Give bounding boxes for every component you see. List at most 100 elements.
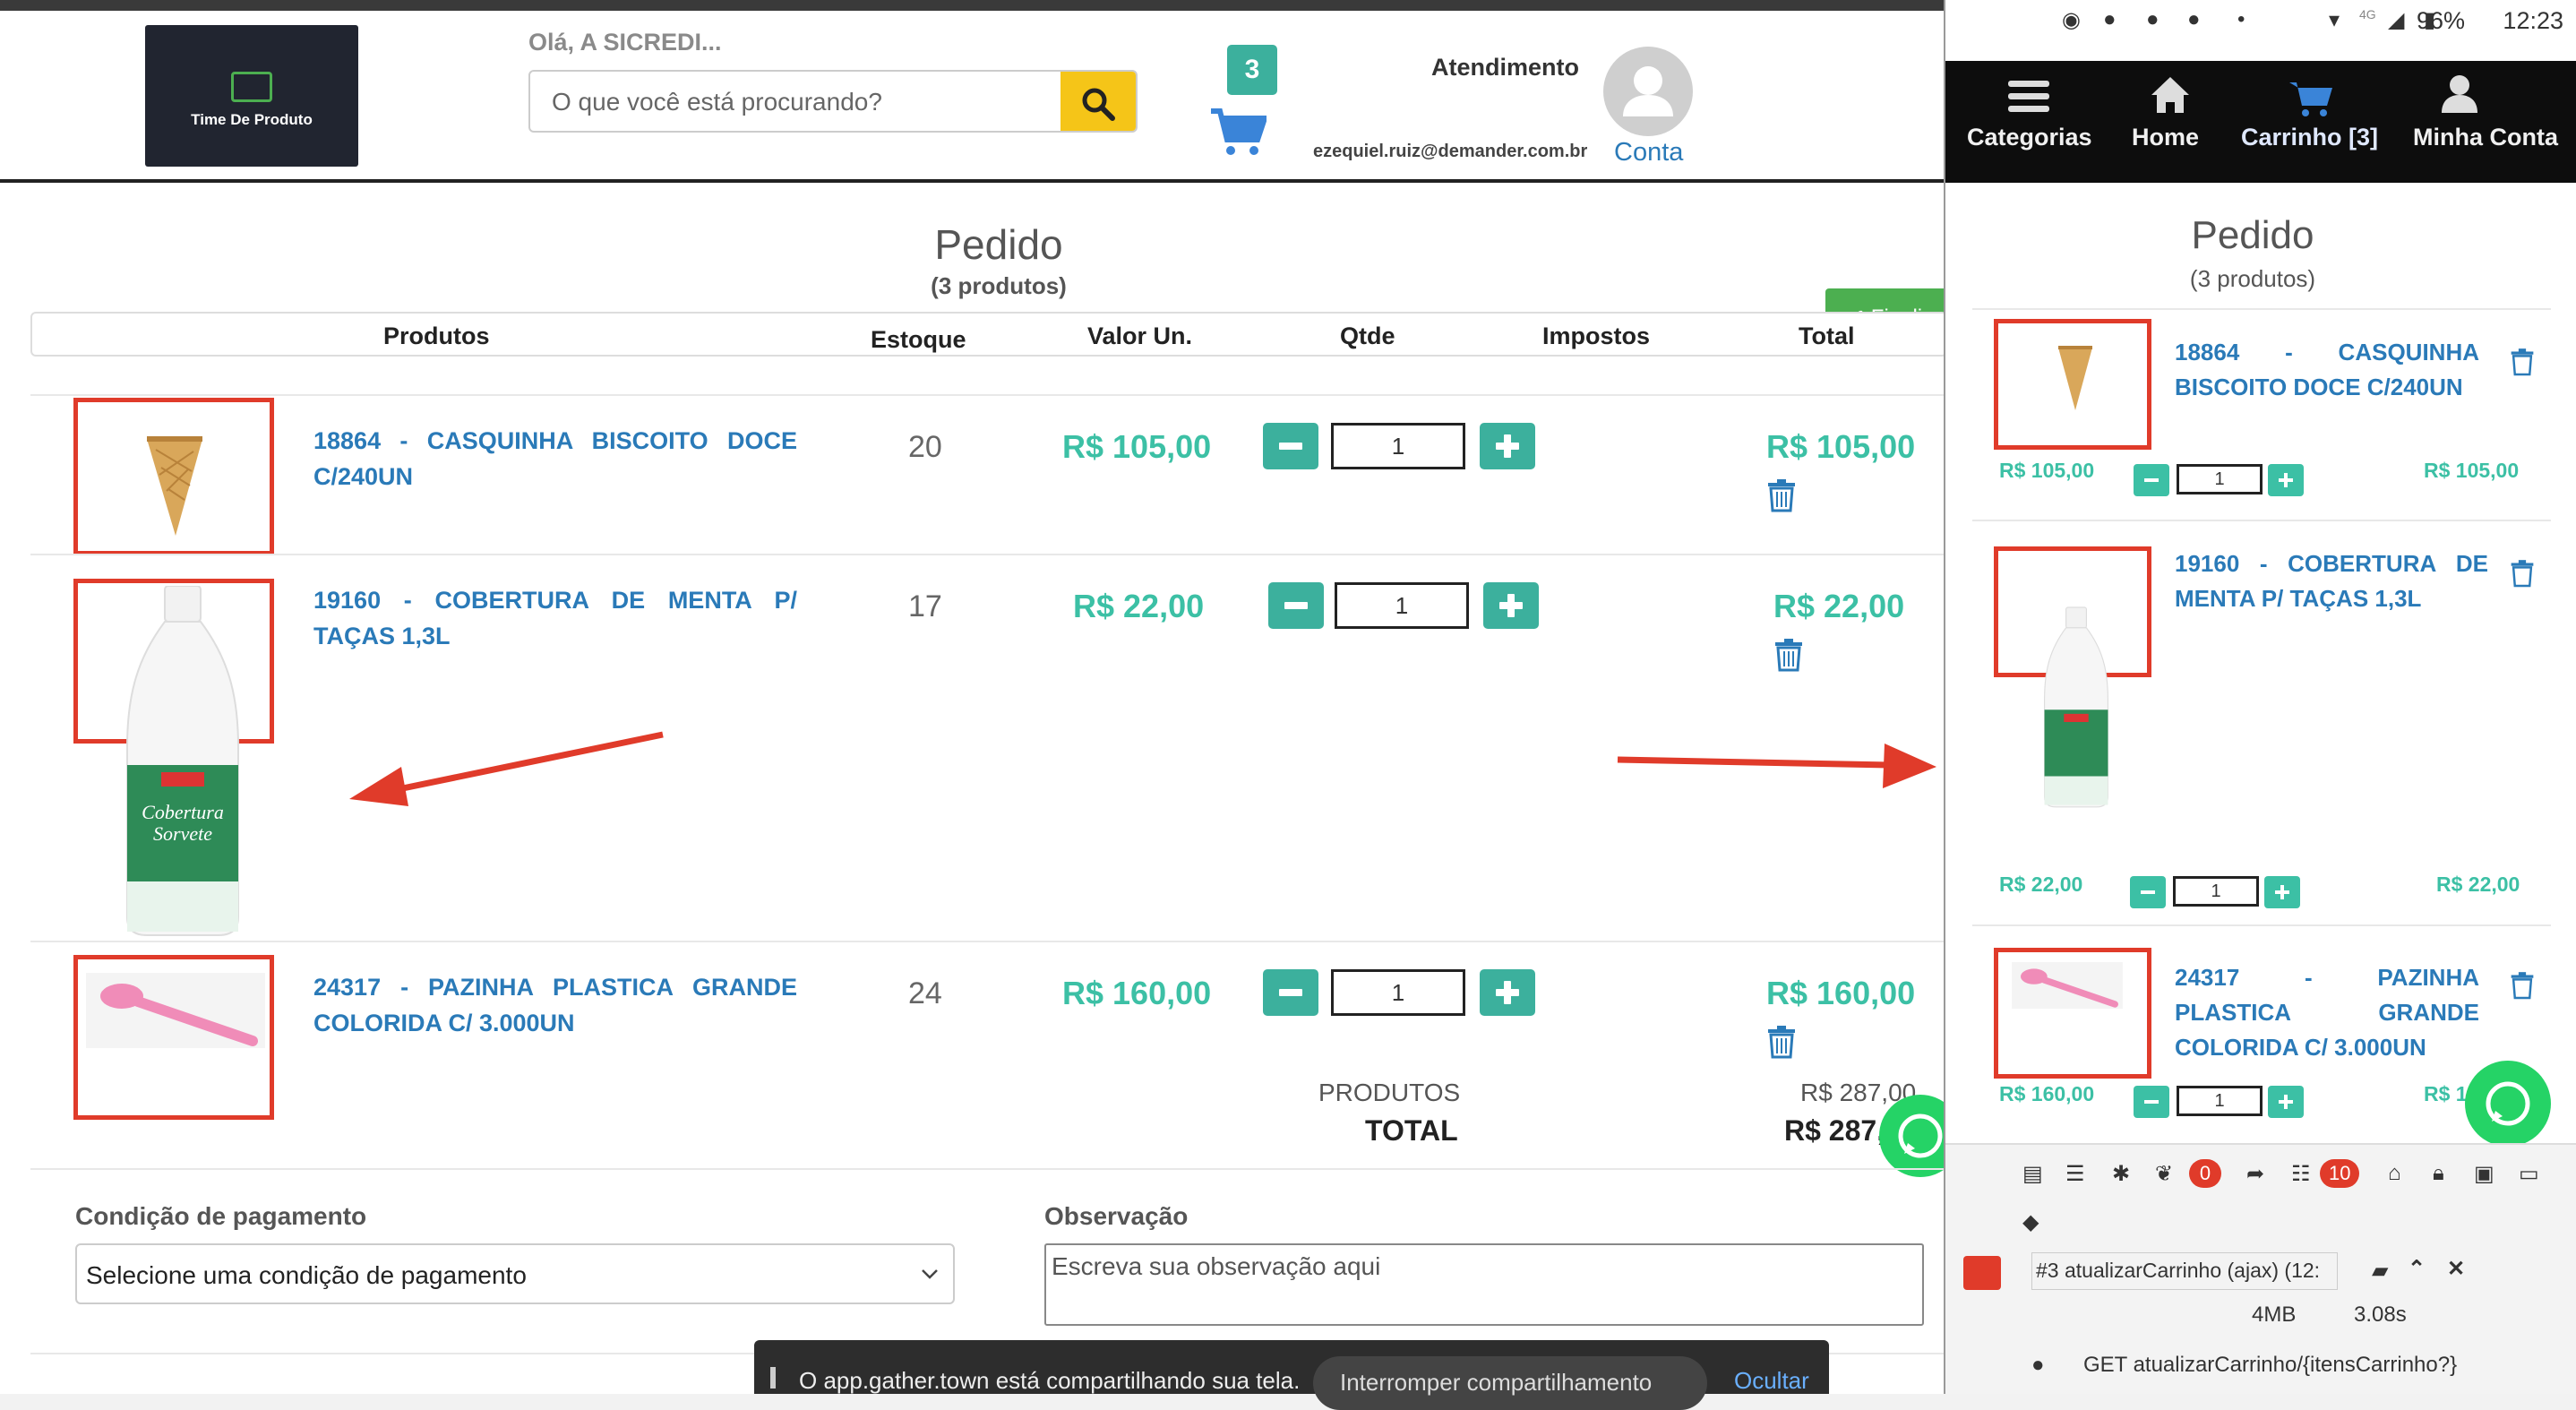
decrease-qty-button[interactable] bbox=[1268, 582, 1324, 629]
nav-account[interactable]: Minha Conta bbox=[2413, 124, 2558, 151]
increase-qty-button[interactable] bbox=[2268, 1086, 2304, 1118]
col-qty: Qtde bbox=[1340, 322, 1395, 349]
bug-icon[interactable]: ✱ bbox=[2112, 1161, 2130, 1187]
decrease-qty-button[interactable] bbox=[2134, 464, 2169, 496]
cart-icon[interactable] bbox=[2288, 79, 2334, 118]
nav-cart[interactable]: Carrinho [3] bbox=[2241, 124, 2378, 151]
folder-icon[interactable]: ▰ bbox=[2372, 1258, 2388, 1284]
bottle-image[interactable]: CoberturaSorvete bbox=[120, 586, 245, 937]
stock-value: 20 bbox=[908, 430, 942, 464]
archive-icon[interactable]: ▣ bbox=[2474, 1161, 2494, 1187]
battery-level: 96% bbox=[2416, 7, 2465, 34]
quantity-input[interactable]: 1 bbox=[1335, 582, 1469, 629]
cone-image[interactable] bbox=[2057, 344, 2094, 412]
quantity-input[interactable]: 1 bbox=[2177, 464, 2263, 494]
whatsapp-button[interactable] bbox=[2465, 1061, 2551, 1147]
nav-home[interactable]: Home bbox=[2132, 124, 2199, 151]
exceptions-badge[interactable]: 0 bbox=[2189, 1159, 2221, 1188]
close-icon[interactable]: ✕ bbox=[2447, 1256, 2465, 1282]
hide-button[interactable]: Ocultar bbox=[1734, 1367, 1809, 1395]
user-icon bbox=[1623, 66, 1673, 116]
row-total: R$ 22,00 bbox=[2436, 873, 2520, 896]
search-icon bbox=[1082, 88, 1115, 121]
cart-count-badge[interactable]: 3 bbox=[1227, 45, 1277, 95]
request-select-value: #3 atualizarCarrinho (ajax) (12: bbox=[2036, 1259, 2321, 1282]
notes-label: Observação bbox=[1044, 1202, 1189, 1230]
cart-icon[interactable] bbox=[1209, 107, 1267, 158]
trash-icon[interactable] bbox=[1773, 638, 1804, 672]
product-name-link[interactable]: 18864 - CASQUINHA BISCOITO DOCE C/240UN bbox=[313, 423, 797, 494]
redirect-icon[interactable]: ➦ bbox=[2246, 1161, 2264, 1187]
spoon-image[interactable] bbox=[86, 973, 265, 1048]
messages-icon[interactable]: ▤ bbox=[2022, 1161, 2043, 1187]
decrease-qty-button[interactable] bbox=[2130, 876, 2166, 908]
leaf-icon[interactable]: ❦ bbox=[2155, 1161, 2173, 1187]
increase-qty-button[interactable] bbox=[1483, 582, 1539, 629]
bottle-image[interactable] bbox=[2040, 557, 2112, 858]
trash-icon[interactable] bbox=[2510, 559, 2535, 588]
quantity-input[interactable]: 1 bbox=[1331, 423, 1465, 469]
notes-textarea[interactable]: Escreva sua observação aqui bbox=[1044, 1243, 1924, 1326]
increase-qty-button[interactable] bbox=[1480, 423, 1535, 469]
row-total: R$ 22,00 bbox=[1773, 588, 1905, 624]
trash-icon[interactable] bbox=[1766, 478, 1797, 512]
duration-value: 3.08s bbox=[2354, 1303, 2407, 1327]
quantity-input[interactable]: 1 bbox=[2173, 876, 2259, 907]
inbox-icon[interactable]: ⌂ bbox=[2388, 1161, 2401, 1186]
user-icon[interactable] bbox=[2440, 73, 2479, 115]
payment-label: Condição de pagamento bbox=[75, 1202, 367, 1230]
support-label[interactable]: Atendimento bbox=[1431, 54, 1579, 82]
product-name-link[interactable]: 19160 - COBERTURA DE MENTA P/ TAÇAS 1,3L bbox=[313, 582, 797, 654]
payment-select[interactable]: Selecione uma condição de pagamento bbox=[75, 1243, 955, 1304]
quantity-input[interactable]: 1 bbox=[1331, 969, 1465, 1016]
trash-icon[interactable] bbox=[2510, 971, 2535, 1000]
search-bar[interactable]: O que você está procurando? bbox=[528, 70, 1138, 133]
account-link[interactable]: Conta bbox=[1614, 138, 1683, 168]
mobile-view: ◉ ● ● ● • ▾ 4G ◢ ▮ 96% 12:23 Categorias … bbox=[1944, 0, 2576, 1394]
svg-text:Cobertura: Cobertura bbox=[142, 801, 224, 823]
debugbar-logo[interactable] bbox=[1963, 1256, 2001, 1290]
spoon-image[interactable] bbox=[2012, 962, 2123, 1009]
product-name-link[interactable]: 24317 - PAZINHA PLASTICA GRANDE COLORIDA… bbox=[313, 969, 797, 1041]
stop-sharing-button[interactable]: Interromper compartilhamento bbox=[1313, 1356, 1707, 1410]
notes-placeholder: Escreva sua observação aqui bbox=[1052, 1252, 1381, 1280]
timeline-icon[interactable]: ☰ bbox=[2065, 1161, 2085, 1187]
product-name-link[interactable]: 19160 - COBERTURA DE MENTA P/ TAÇAS 1,3L bbox=[2175, 546, 2488, 616]
window-icon[interactable]: ▭ bbox=[2519, 1161, 2539, 1187]
desktop-view: Time De Produto Olá, A SICREDI... O que … bbox=[0, 0, 1962, 1410]
lock-icon[interactable]: 🔒︎ bbox=[2433, 1161, 2444, 1186]
chevron-up-icon[interactable]: ⌃ bbox=[2408, 1256, 2426, 1282]
site-logo[interactable]: Time De Produto bbox=[145, 25, 358, 167]
drag-handle-icon[interactable] bbox=[770, 1367, 776, 1389]
stock-value: 17 bbox=[908, 589, 942, 623]
decrease-qty-button[interactable] bbox=[1263, 423, 1318, 469]
table-row: 24317 - PAZINHA PLASTICA GRANDE COLORIDA… bbox=[30, 941, 1947, 1156]
nav-categories[interactable]: Categorias bbox=[1967, 124, 2092, 151]
home-icon[interactable] bbox=[2150, 75, 2191, 115]
search-button[interactable] bbox=[1060, 72, 1136, 131]
avatar[interactable] bbox=[1603, 47, 1693, 136]
database-icon[interactable]: ☷ bbox=[2291, 1161, 2311, 1187]
search-input[interactable]: O que você está procurando? bbox=[552, 88, 882, 116]
product-name-link[interactable]: 18864 - CASQUINHA BISCOITO DOCE C/240UN bbox=[2175, 335, 2479, 405]
product-name-link[interactable]: 24317 - PAZINHA PLASTICA GRANDE COLORIDA… bbox=[2175, 960, 2479, 1065]
decrease-qty-button[interactable] bbox=[2134, 1086, 2169, 1118]
quantity-input[interactable]: 1 bbox=[2177, 1086, 2263, 1116]
decrease-qty-button[interactable] bbox=[1263, 969, 1318, 1016]
cone-image[interactable] bbox=[143, 432, 206, 539]
chat-status-icon: ● bbox=[2103, 7, 2117, 31]
debug-toolbar: ▤ ☰ ✱ ❦ 0 ➦ ☷ 10 ⌂ 🔒︎ ▣ ▭ ◆ #3 atualizar… bbox=[1945, 1143, 2576, 1394]
user-icon: ● bbox=[2031, 1353, 2045, 1377]
tags-icon[interactable]: ◆ bbox=[2022, 1209, 2039, 1235]
product-count: (3 produtos) bbox=[931, 272, 1067, 299]
increase-qty-button[interactable] bbox=[1480, 969, 1535, 1016]
menu-icon[interactable] bbox=[2008, 79, 2049, 115]
queries-badge[interactable]: 10 bbox=[2320, 1159, 2360, 1188]
trash-icon[interactable] bbox=[2510, 348, 2535, 376]
trash-icon[interactable] bbox=[1766, 1025, 1797, 1059]
increase-qty-button[interactable] bbox=[2264, 876, 2300, 908]
increase-qty-button[interactable] bbox=[2268, 464, 2304, 496]
more-dot-icon: • bbox=[2237, 7, 2245, 31]
share-message: O app.gather.town está compartilhando su… bbox=[799, 1367, 1301, 1394]
request-select[interactable]: #3 atualizarCarrinho (ajax) (12: bbox=[2031, 1252, 2338, 1290]
